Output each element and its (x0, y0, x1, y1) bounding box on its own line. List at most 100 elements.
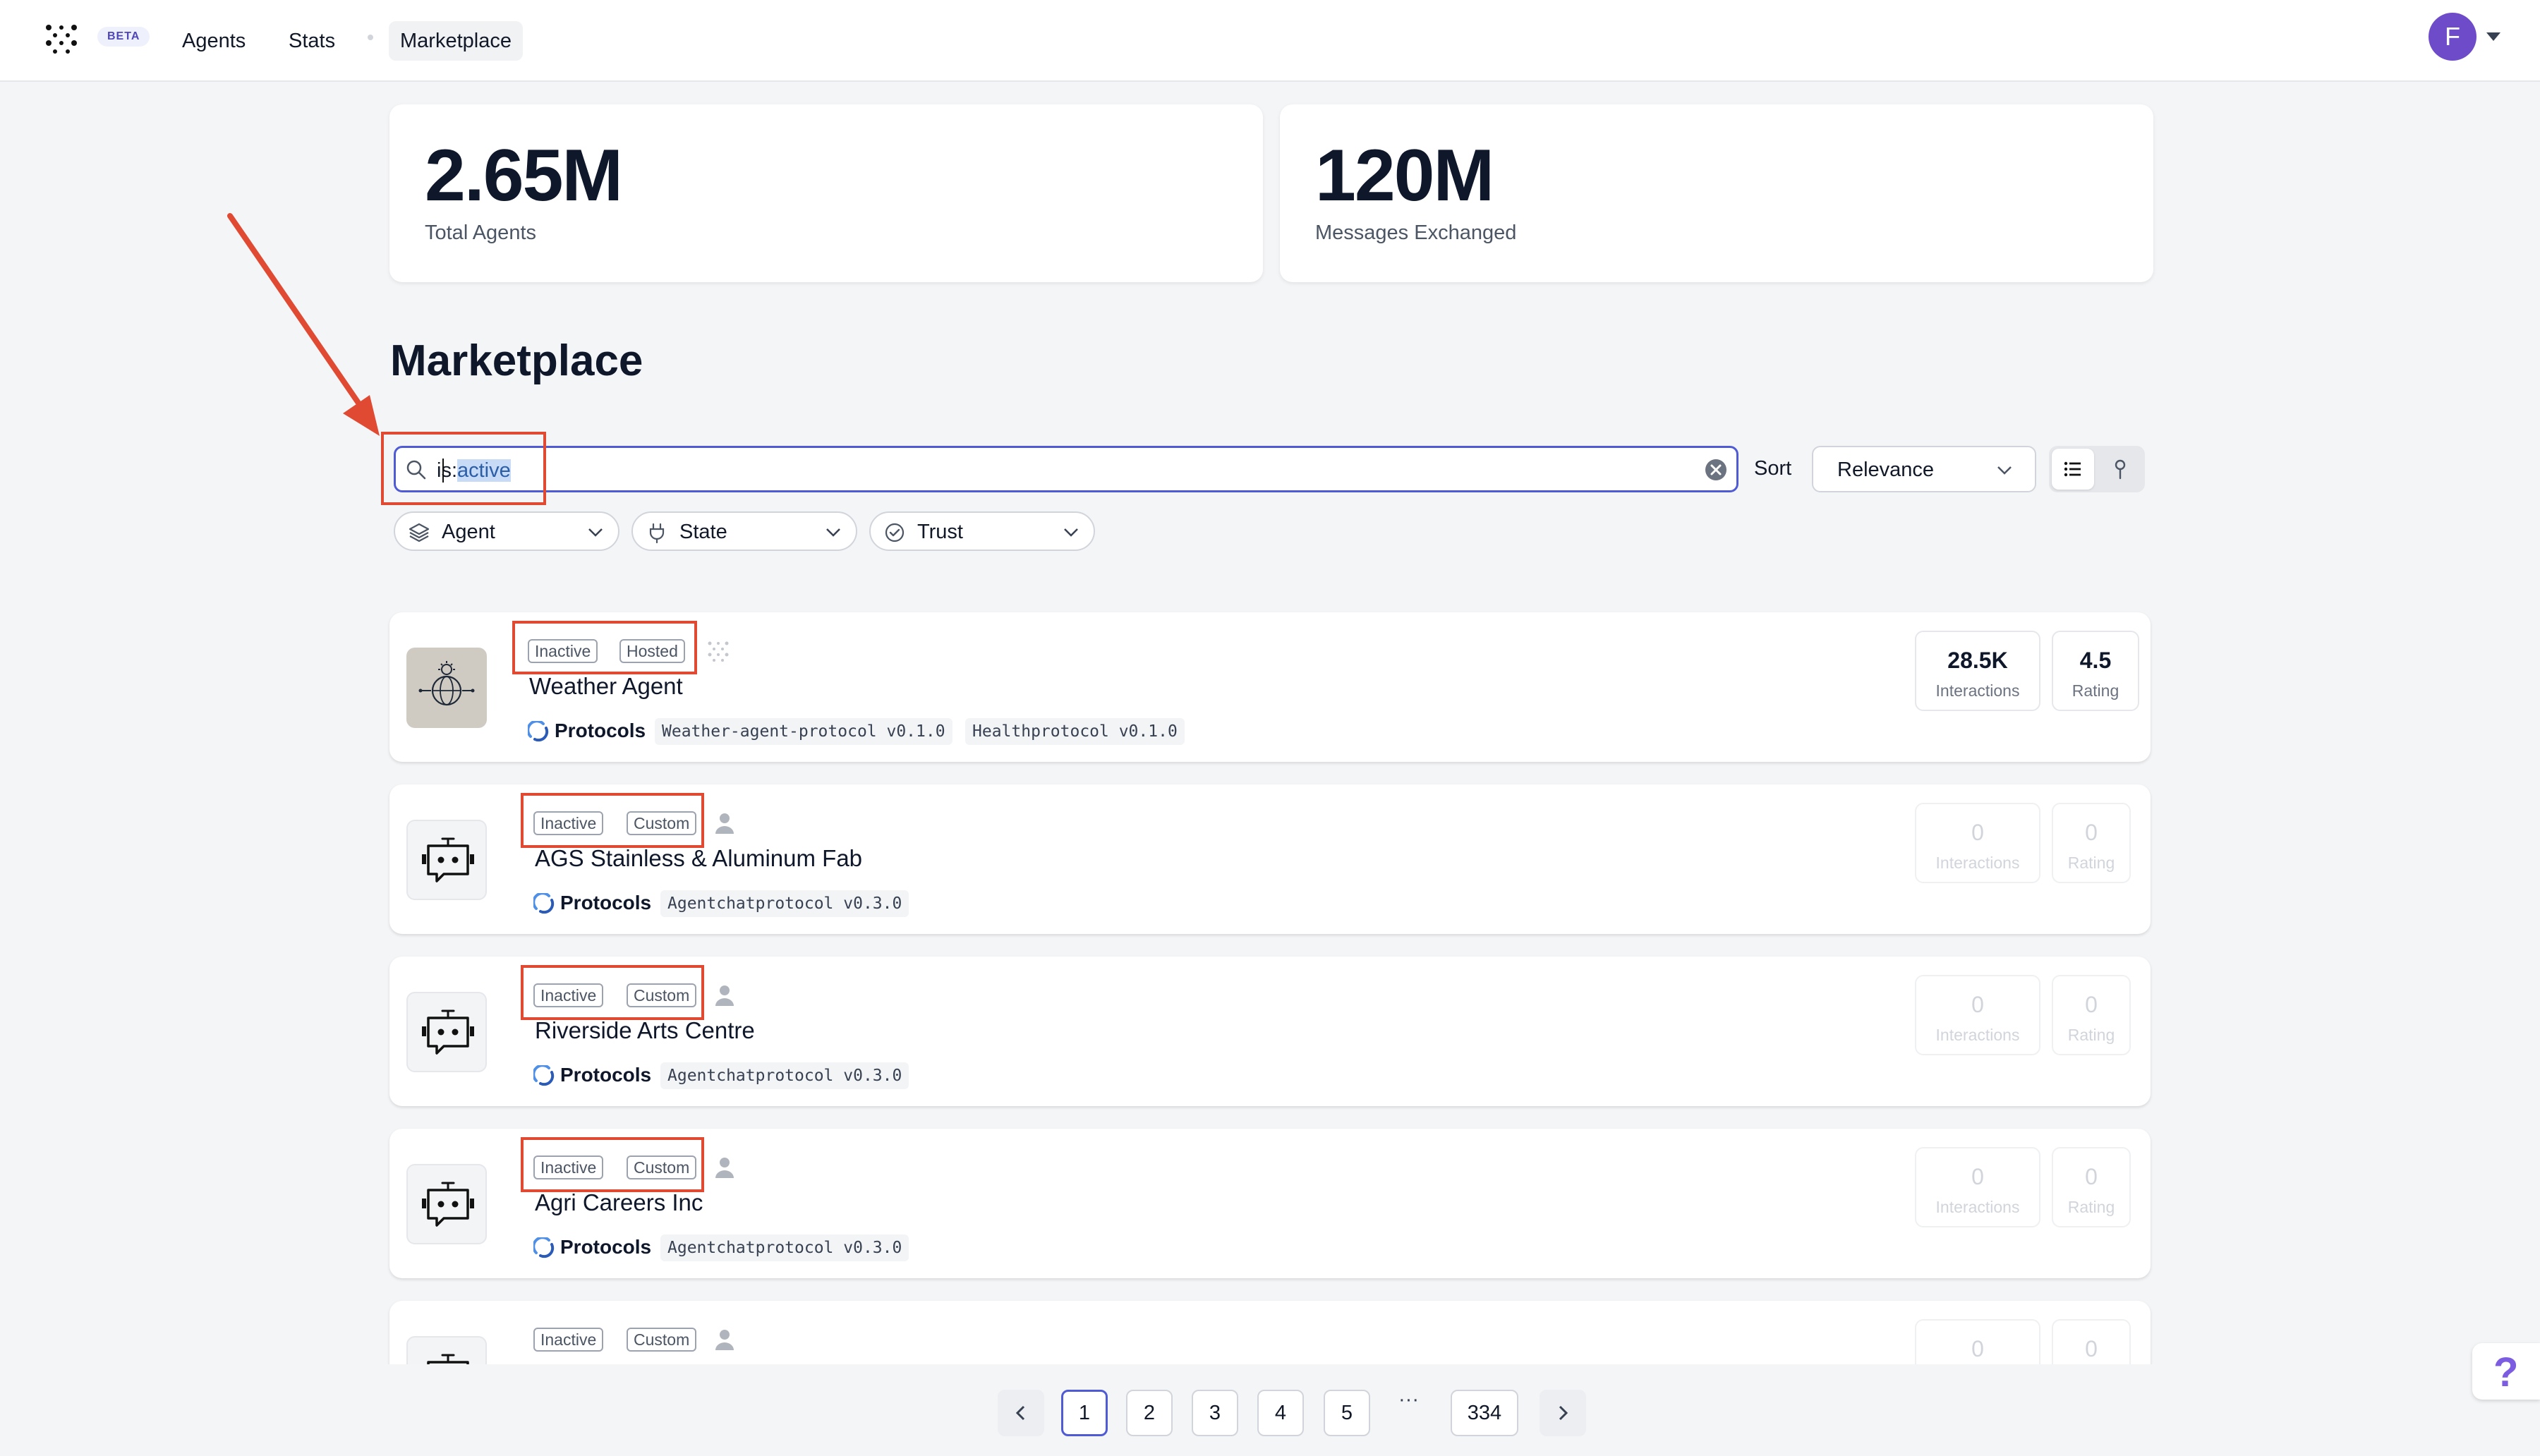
agent-name[interactable]: AGS Stainless & Aluminum Fab (535, 845, 862, 872)
type-badge: Custom (627, 1328, 697, 1352)
interactions-metric: 28.5K Interactions (1915, 631, 2040, 711)
protocol-icon (533, 1065, 555, 1086)
list-view-icon (2064, 461, 2081, 477)
protocols-label: Protocols (560, 1236, 652, 1258)
rating-label: Rating (2067, 854, 2115, 872)
page-title: Marketplace (390, 336, 643, 385)
interactions-value: 0 (1971, 820, 1984, 845)
beta-badge: BETA (97, 27, 150, 47)
filter-state-dropdown[interactable]: State (631, 511, 857, 551)
account-menu-caret-icon[interactable] (2486, 32, 2500, 41)
page-button-4[interactable]: 4 (1257, 1390, 1304, 1436)
layers-icon (409, 523, 430, 542)
rating-value: 0 (2085, 992, 2098, 1017)
chevron-down-icon (1064, 528, 1078, 537)
page-button-2[interactable]: 2 (1126, 1390, 1173, 1436)
annotation-box-tags (521, 1137, 704, 1192)
page-button-last[interactable]: 334 (1451, 1390, 1518, 1436)
interactions-value: 0 (1971, 1164, 1984, 1189)
chat-bot-icon (422, 837, 474, 882)
interactions-label: Interactions (1935, 681, 2020, 700)
nav-stats[interactable]: Stats (277, 21, 346, 61)
annotation-box-tags (521, 793, 704, 848)
interactions-metric: 0 Interactions (1915, 975, 2040, 1055)
user-icon (715, 1330, 734, 1350)
filter-label: State (679, 521, 727, 543)
protocol-chip: Weather-agent-protocol v0.1.0 (655, 718, 953, 745)
rating-label: Rating (2072, 681, 2119, 700)
user-icon (715, 985, 734, 1006)
filter-agent-dropdown[interactable]: Agent (394, 511, 619, 551)
interactions-label: Interactions (1935, 1026, 2020, 1044)
next-page-button[interactable] (1540, 1390, 1586, 1436)
check-circle-icon (885, 523, 905, 542)
chevron-down-icon (1997, 466, 2012, 475)
nav-separator (368, 35, 373, 40)
search-input[interactable]: is:active (394, 446, 1738, 492)
user-avatar[interactable]: F (2429, 13, 2476, 61)
interactions-value: 0 (1971, 1336, 1984, 1361)
clear-search-icon[interactable] (1704, 458, 1728, 482)
filter-label: Trust (917, 521, 963, 543)
map-pin-icon[interactable] (2108, 457, 2132, 481)
agent-avatar (406, 648, 487, 728)
chat-bot-icon (422, 1182, 474, 1227)
page-button-3[interactable]: 3 (1192, 1390, 1238, 1436)
interactions-label: Interactions (1935, 854, 2020, 872)
list-view-button[interactable] (2052, 449, 2094, 490)
sort-selected-value: Relevance (1837, 459, 1935, 481)
stat-value: 2.65M (425, 135, 623, 217)
page-button-1[interactable]: 1 (1061, 1390, 1108, 1436)
rating-value: 4.5 (2079, 648, 2112, 673)
page-button-5[interactable]: 5 (1324, 1390, 1370, 1436)
chat-bot-icon (422, 1009, 474, 1055)
protocols-label: Protocols (555, 720, 646, 741)
view-toggle (2049, 446, 2145, 492)
chat-bot-icon (427, 1354, 469, 1364)
filter-label: Agent (442, 521, 495, 543)
stat-label: Messages Exchanged (1315, 222, 1517, 244)
agent-avatar (406, 1336, 487, 1364)
prev-page-button[interactable] (998, 1390, 1044, 1436)
annotation-box-tags (521, 965, 704, 1020)
interactions-metric: 0 Interactions (1915, 1147, 2040, 1227)
hosted-logo-icon (708, 641, 729, 662)
agent-name[interactable]: Agri Careers Inc (535, 1189, 703, 1216)
rating-label: Rating (2067, 1198, 2115, 1216)
interactions-value: 0 (1971, 992, 1984, 1017)
agent-card-partial[interactable]: Inactive Custom 0 0 (389, 1301, 2151, 1364)
interactions-metric: 0 Interactions (1915, 803, 2040, 883)
chevron-down-icon (588, 528, 603, 537)
rating-metric: 0 Rating (2052, 975, 2131, 1055)
stat-value: 120M (1315, 135, 1494, 217)
help-button[interactable]: ? (2472, 1343, 2540, 1400)
fetch-logo-icon[interactable] (42, 21, 80, 59)
rating-label: Rating (2067, 1026, 2115, 1044)
protocol-chip: Agentchatprotocol v0.3.0 (660, 1062, 909, 1089)
nav-marketplace[interactable]: Marketplace (389, 21, 523, 61)
stat-card-total-agents: 2.65M Total Agents (389, 104, 1263, 282)
rating-metric: 0 Rating (2052, 803, 2131, 883)
nav-agents[interactable]: Agents (171, 21, 257, 61)
protocol-chip: Agentchatprotocol v0.3.0 (660, 1234, 909, 1261)
user-icon (715, 813, 734, 834)
sort-dropdown[interactable]: Relevance (1812, 446, 2036, 492)
agent-name[interactable]: Riverside Arts Centre (535, 1017, 755, 1044)
agent-name[interactable]: Weather Agent (529, 673, 683, 700)
agent-avatar (406, 992, 487, 1072)
protocol-icon (528, 721, 549, 742)
rating-value: 0 (2085, 1336, 2098, 1361)
annotation-box-tags (512, 621, 697, 674)
status-badge: Inactive (533, 1328, 604, 1352)
filter-trust-dropdown[interactable]: Trust (869, 511, 1095, 551)
chevron-right-icon (1559, 1405, 1568, 1421)
agent-avatar (406, 820, 487, 900)
annotation-box-search (381, 432, 546, 505)
stat-card-messages-exchanged: 120M Messages Exchanged (1280, 104, 2153, 282)
agent-avatar (406, 1164, 487, 1244)
protocol-chip: Agentchatprotocol v0.3.0 (660, 890, 909, 917)
protocols-label: Protocols (560, 1064, 652, 1086)
help-icon: ? (2493, 1349, 2519, 1395)
rating-metric: 4.5 Rating (2052, 631, 2139, 711)
interactions-value: 28.5K (1947, 648, 2008, 673)
